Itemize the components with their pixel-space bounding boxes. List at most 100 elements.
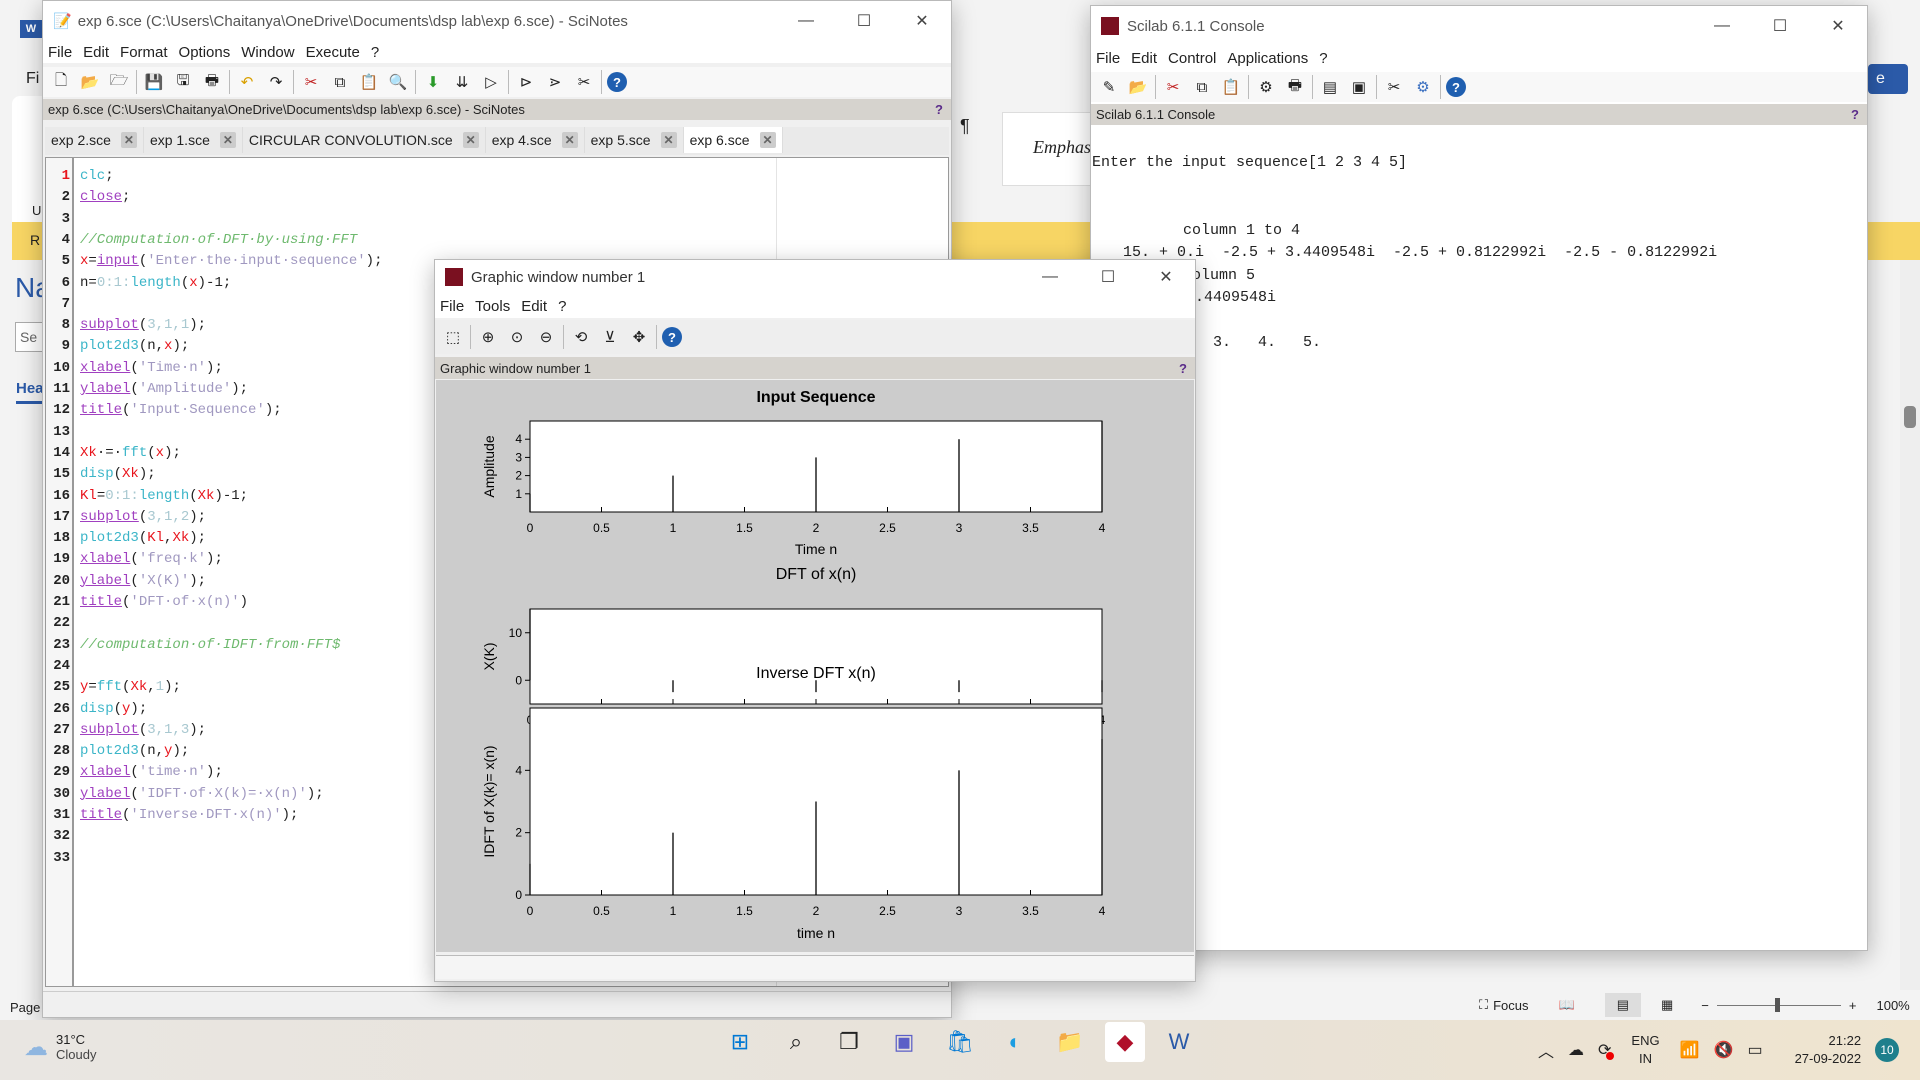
code-line[interactable]: xlabel('Time·n'); [80, 358, 223, 379]
maximize-button[interactable]: ☐ [835, 1, 893, 41]
execute-alt-icon[interactable]: ⋗ [543, 70, 567, 94]
taskbar-word-icon[interactable]: W [1159, 1022, 1199, 1062]
notification-badge[interactable]: 10 [1875, 1038, 1900, 1062]
code-line[interactable]: title('Inverse·DFT·x(n)'); [80, 805, 298, 826]
editor-tab[interactable]: exp 4.sce ✕ [485, 127, 585, 153]
zoom-in-icon[interactable]: ⊕ [476, 325, 500, 349]
menu-options[interactable]: Options [179, 44, 231, 61]
maximize-button[interactable]: ☐ [1079, 260, 1137, 294]
taskbar-task-view-icon[interactable]: ❐ [829, 1022, 869, 1062]
menu-window[interactable]: Window [241, 44, 294, 61]
tools-icon[interactable]: ✂ [1382, 75, 1406, 99]
save-icon[interactable]: 💾 [142, 70, 166, 94]
execute-all-icon[interactable]: ⇊ [450, 70, 474, 94]
open-recent-icon[interactable]: 🗁 [107, 70, 131, 94]
nav-headings-tab[interactable]: Hea [16, 380, 44, 404]
close-tab-icon[interactable]: ✕ [462, 132, 479, 148]
figure-canvas[interactable]: 0 0.5 1 1.5 2 2.5 3 3.5 4 1 2 3 4 Input Sequence Time … [436, 380, 1194, 952]
menu-execute[interactable]: Execute [306, 44, 360, 61]
battery-icon[interactable]: ▭ [1747, 1040, 1762, 1060]
zoom-slider[interactable] [1716, 997, 1841, 1012]
clock[interactable]: 21:22 27-09-2022 [1795, 1032, 1862, 1068]
focus-button[interactable]: Focus [1493, 998, 1528, 1013]
find-icon[interactable]: 🔍 [386, 70, 410, 94]
help-icon[interactable]: ? [607, 72, 627, 92]
taskbar-search-icon[interactable]: ⌕ [776, 1022, 816, 1062]
code-line[interactable]: xlabel('freq·k'); [80, 549, 223, 570]
taskbar-file-explorer-icon[interactable]: 📁 [1050, 1022, 1090, 1062]
menu-help[interactable]: ? [558, 298, 566, 315]
close-button[interactable]: ✕ [893, 1, 951, 41]
menu-applications[interactable]: Applications [1227, 50, 1308, 67]
help-icon[interactable]: ? [1446, 77, 1466, 97]
wifi-icon[interactable]: 📶 [1680, 1040, 1700, 1060]
zoom-out-icon[interactable]: ⊖ [534, 325, 558, 349]
help-icon[interactable]: ? [1851, 107, 1859, 122]
close-tab-icon[interactable]: ✕ [759, 132, 776, 148]
minimize-button[interactable]: — [1693, 6, 1751, 46]
new-file-icon[interactable]: 🗋 [49, 70, 73, 94]
console-output[interactable]: Enter the input sequence[1 2 3 4 5] colu… [1091, 126, 1867, 926]
zoom-fit-icon[interactable]: ⊙ [505, 325, 529, 349]
zoom-out-button[interactable]: − [1701, 998, 1709, 1013]
code-line[interactable]: plot2d3(n,y); [80, 741, 189, 762]
minimize-button[interactable]: — [1021, 260, 1079, 294]
web-layout-icon[interactable]: ▦ [1661, 997, 1673, 1013]
console-titlebar[interactable]: Scilab 6.1.1 Console — ☐ ✕ [1091, 6, 1867, 46]
code-line[interactable]: n=0:1:length(x)-1; [80, 273, 231, 294]
code-line[interactable]: ylabel('IDFT·of·X(k)=·x(n)'); [80, 784, 324, 805]
word-scrollbar[interactable] [1900, 260, 1920, 990]
code-line[interactable]: //Computation·of·DFT·by·using·FFT [80, 230, 357, 251]
cut-icon[interactable]: ✂ [299, 70, 323, 94]
execute-until-caret-icon[interactable]: ⊳ [514, 70, 538, 94]
code-line[interactable]: Kl=0:1:length(Xk)-1; [80, 486, 248, 507]
save-and-execute-icon[interactable]: ⬇ [421, 70, 445, 94]
taskbar-store-icon[interactable]: 🛍 [940, 1022, 980, 1062]
print-layout-icon[interactable]: ▤ [1604, 993, 1641, 1017]
browser-icon[interactable]: ▣ [1347, 75, 1371, 99]
editor-tab[interactable]: CIRCULAR CONVOLUTION.sce ✕ [242, 127, 486, 153]
chevron-up-icon[interactable]: ︿ [1538, 1038, 1554, 1062]
print-icon[interactable]: 🖶 [1283, 75, 1307, 99]
menu-file[interactable]: File [48, 44, 72, 61]
word-share-button[interactable]: e [1868, 64, 1908, 94]
scinotes-icon[interactable]: ✎ [1097, 75, 1121, 99]
code-line[interactable]: subplot(3,1,3); [80, 720, 206, 741]
code-line[interactable]: title('DFT·of·x(n)') [80, 592, 248, 613]
execute-icon[interactable]: ▷ [479, 70, 503, 94]
code-line[interactable]: title('Input·Sequence'); [80, 400, 282, 421]
help-icon[interactable]: ? [935, 102, 943, 117]
tools-icon[interactable]: ✂ [572, 70, 596, 94]
editor-tab[interactable]: exp 5.sce ✕ [584, 127, 684, 153]
taskbar-teams-icon[interactable]: ▣ [884, 1022, 924, 1062]
read-mode-icon[interactable]: 📖 [1559, 997, 1575, 1013]
code-line[interactable]: clc; [80, 166, 114, 187]
variable-browser-icon[interactable]: ▤ [1318, 75, 1342, 99]
menu-tools[interactable]: Tools [475, 298, 510, 315]
code-line[interactable]: disp(Xk); [80, 464, 156, 485]
paste-icon[interactable]: 📋 [357, 70, 381, 94]
close-tab-icon[interactable]: ✕ [561, 132, 578, 148]
menu-help[interactable]: ? [1319, 50, 1327, 67]
editor-tab[interactable]: exp 6.sce ✕ [683, 127, 783, 153]
scinotes-titlebar[interactable]: 📝 exp 6.sce (C:\Users\Chaitanya\OneDrive… [43, 1, 951, 41]
editor-tab[interactable]: exp 2.sce ✕ [45, 127, 144, 153]
zoom-in-button[interactable]: + [1849, 998, 1857, 1013]
copy-icon[interactable]: ⧉ [1190, 75, 1214, 99]
zoom-level[interactable]: 100% [1876, 998, 1909, 1013]
sync-icon[interactable]: ⟳ [1598, 1040, 1615, 1060]
code-line[interactable]: subplot(3,1,2); [80, 507, 206, 528]
datatip-icon[interactable]: ⊻ [598, 325, 622, 349]
load-icon[interactable]: ⚙ [1254, 75, 1278, 99]
save-as-icon[interactable]: 🖫 [171, 70, 195, 94]
menu-help[interactable]: ? [371, 44, 379, 61]
code-line[interactable]: close; [80, 187, 130, 208]
code-line[interactable]: y=fft(Xk,1); [80, 677, 181, 698]
menu-edit[interactable]: Edit [521, 298, 547, 315]
rotate-icon[interactable]: ⟲ [569, 325, 593, 349]
taskbar-scilab-icon[interactable]: ◆ [1105, 1022, 1145, 1062]
redo-icon[interactable]: ↷ [264, 70, 288, 94]
close-tab-icon[interactable]: ✕ [120, 132, 137, 148]
preferences-icon[interactable]: ⚙ [1411, 75, 1435, 99]
menu-file[interactable]: File [1096, 50, 1120, 67]
